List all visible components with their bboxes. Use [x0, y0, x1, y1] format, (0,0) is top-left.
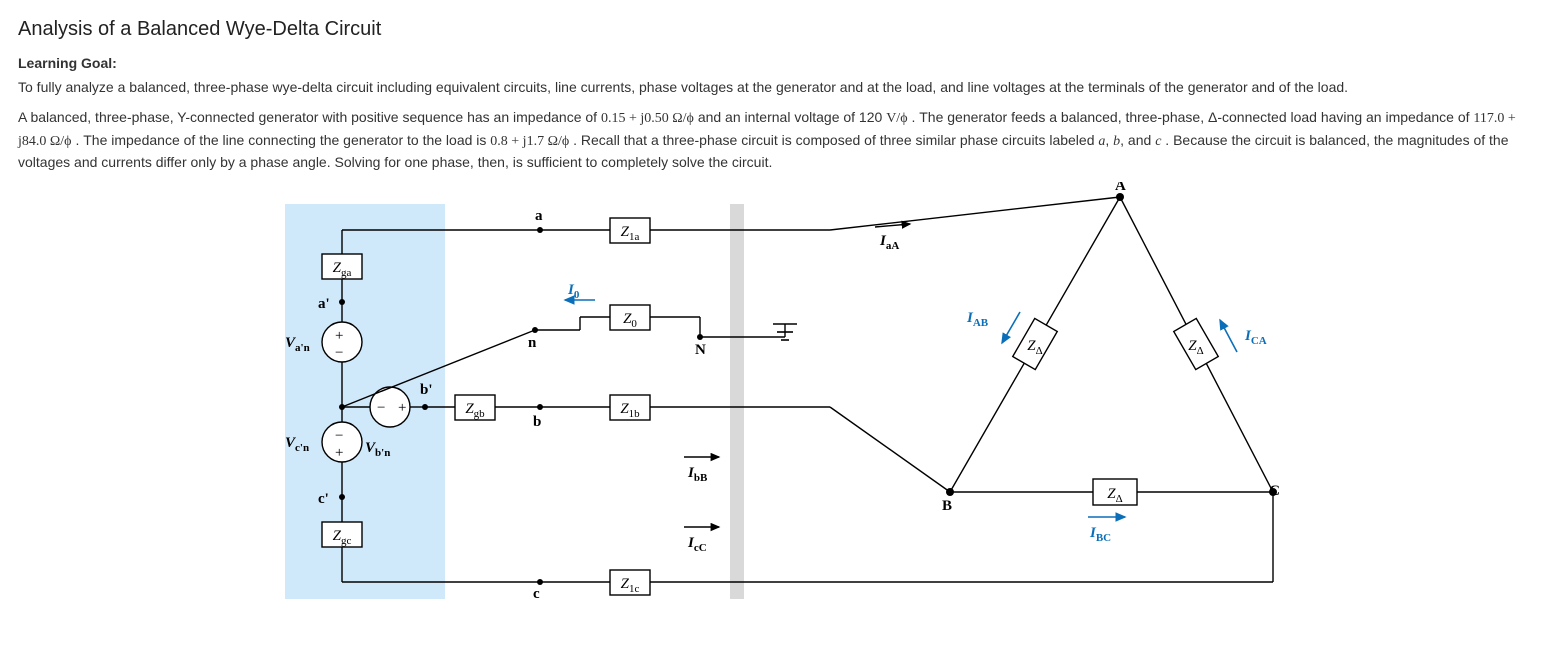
- problem-text: and an internal voltage of 120: [698, 109, 886, 125]
- node-b-prime: b': [420, 382, 433, 398]
- circuit-diagram: Zga a' + − Va'n − + Vc'n c' Zgc − + Vb'n…: [18, 182, 1532, 602]
- line-impedance-value: 0.8 + j1.7 Ω/ϕ: [490, 134, 569, 149]
- delta-B: B: [942, 498, 952, 514]
- problem-text: . The impedance of the line connecting t…: [75, 132, 490, 148]
- IBC-label: IBC: [1089, 525, 1111, 544]
- ICA-label: ICA: [1244, 328, 1267, 347]
- node-a: a: [535, 208, 543, 224]
- node-a-prime: a': [318, 296, 330, 312]
- svg-text:+: +: [335, 445, 343, 461]
- problem-text: . Recall that a three-phase circuit is c…: [573, 132, 1098, 148]
- gen-voltage-unit: V/ϕ: [886, 111, 907, 126]
- gen-impedance-value: 0.15 + j0.50 Ω/ϕ: [601, 111, 694, 126]
- phase-a-label: a: [1098, 134, 1105, 149]
- IaA-label: IaA: [879, 233, 899, 252]
- IbB-label: IbB: [687, 465, 708, 484]
- svg-text:+: +: [398, 400, 406, 416]
- node-c-prime: c': [318, 491, 329, 507]
- page-title: Analysis of a Balanced Wye-Delta Circuit: [18, 18, 1532, 41]
- node-n: n: [528, 335, 537, 351]
- node-c: c: [533, 586, 540, 602]
- delta-A: A: [1115, 182, 1126, 194]
- problem-text: A balanced, three-phase, Y-connected gen…: [18, 109, 601, 125]
- phase-c-label: c: [1155, 134, 1161, 149]
- generator-region: [285, 204, 445, 599]
- wye-delta-diagram: Zga a' + − Va'n − + Vc'n c' Zgc − + Vb'n…: [270, 182, 1280, 602]
- IAB-label: IAB: [966, 310, 989, 329]
- phase-b-label: b: [1113, 134, 1120, 149]
- svg-text:−: −: [377, 400, 385, 416]
- problem-statement: A balanced, three-phase, Y-connected gen…: [18, 107, 1532, 172]
- svg-text:+: +: [335, 328, 343, 344]
- svg-text:−: −: [335, 428, 343, 444]
- I0-label: I0: [567, 282, 580, 301]
- learning-goal-body: To fully analyze a balanced, three-phase…: [18, 77, 1532, 97]
- learning-goal-label: Learning Goal:: [18, 55, 1532, 71]
- IcC-label: IcC: [687, 535, 707, 554]
- separator-bar: [730, 204, 744, 599]
- svg-text:−: −: [335, 345, 343, 361]
- node-N: N: [695, 342, 706, 358]
- node-b: b: [533, 414, 541, 430]
- delta-C: C: [1269, 483, 1280, 499]
- problem-text: . The generator feeds a balanced, three-…: [911, 109, 1473, 125]
